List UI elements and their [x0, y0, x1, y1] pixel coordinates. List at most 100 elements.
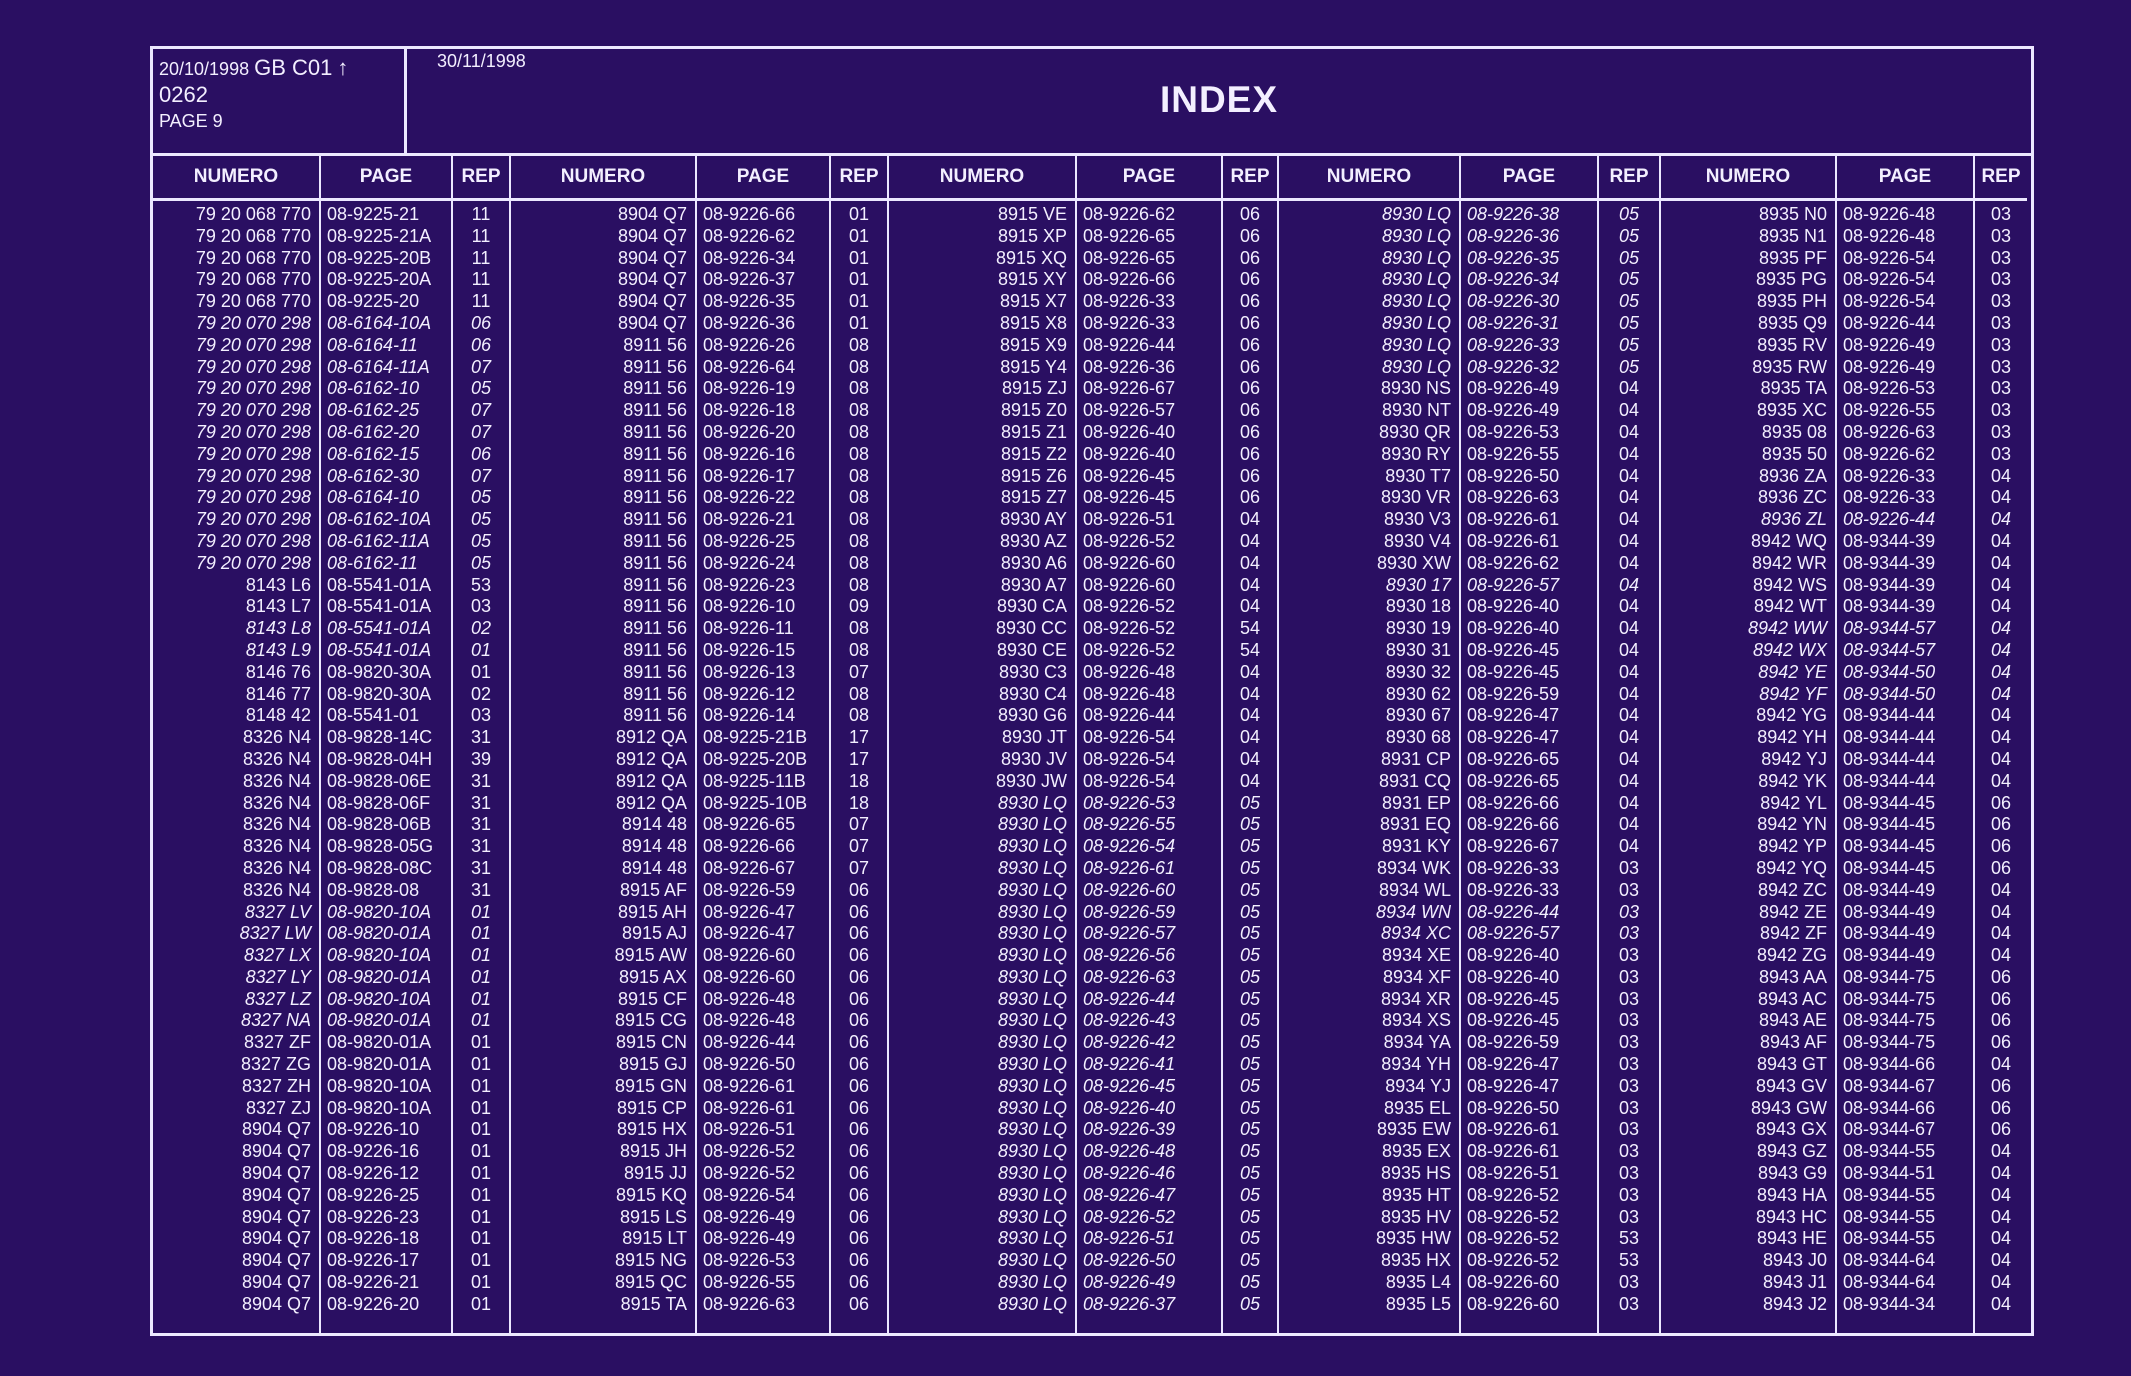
- numero-cell: 8930 LQ: [1381, 225, 1451, 246]
- page-cell: 08-9226-62: [1467, 552, 1560, 573]
- numero-cell: 8943 AA: [1758, 966, 1827, 987]
- rep-cell: 53: [470, 574, 492, 595]
- rep-cell: 06: [1239, 443, 1261, 464]
- page-cell: 08-9226-19: [703, 378, 796, 399]
- page-cell: 08-9226-50: [1467, 465, 1560, 486]
- rep-cell: 18: [848, 792, 870, 813]
- page-cell: 08-6162-25: [327, 400, 420, 421]
- rep-cell: 05: [1239, 1228, 1261, 1249]
- numero-cell: 8915 Z2: [1000, 443, 1067, 464]
- page-cell: 08-9226-60: [703, 966, 796, 987]
- page-cell: 08-9226-55: [1083, 814, 1176, 835]
- numero-cell: 8942 YE: [1758, 661, 1827, 682]
- rep-cell: 08: [848, 509, 870, 530]
- page-cell: 08-9344-64: [1843, 1250, 1936, 1271]
- numero-cell: 79 20 070 298: [195, 487, 311, 508]
- numero-cell: 8943 HA: [1756, 1184, 1827, 1205]
- rep-cell: 01: [470, 1250, 492, 1271]
- rep-cell: 08: [848, 465, 870, 486]
- numero-cell: 79 20 070 298: [195, 421, 311, 442]
- page-cell: 08-9226-33: [1083, 312, 1176, 333]
- numero-cell: 8911 56: [623, 378, 687, 399]
- numero-cell: 8930 LQ: [997, 988, 1067, 1009]
- numero-cell: 8935 HS: [1380, 1163, 1451, 1184]
- page-cell: 08-9344-57: [1843, 639, 1936, 660]
- page-cell: 08-9226-20: [327, 1293, 420, 1314]
- numero-cell: 8930 A6: [1000, 552, 1067, 573]
- rep-cell: 04: [1990, 639, 2012, 660]
- numero-cell: 79 20 068 770: [195, 247, 311, 268]
- rep-cell: 08: [848, 356, 870, 377]
- page-cell: 08-9226-48: [1083, 1141, 1176, 1162]
- numero-cell: 8911 56: [623, 443, 687, 464]
- numero-cell: 79 20 070 298: [195, 400, 311, 421]
- page-cell: 08-9226-49: [1843, 334, 1936, 355]
- numero-cell: 8930 LQ: [1381, 291, 1451, 312]
- numero-column-header: NUMERO: [1279, 156, 1459, 201]
- sheet-code: GB C01: [254, 55, 333, 80]
- numero-cell: 8935 N1: [1758, 225, 1827, 246]
- page-cell: 08-9226-49: [703, 1228, 796, 1249]
- rep-cell: 03: [1990, 334, 2012, 355]
- page-cell: 08-9226-42: [1083, 1032, 1176, 1053]
- rep-cell: 03: [1618, 1141, 1640, 1162]
- page-cell: 08-9226-61: [1467, 530, 1560, 551]
- rep-cell: 04: [1990, 901, 2012, 922]
- rep-column-header: REP: [1975, 156, 2027, 201]
- rep-cell: 03: [1618, 923, 1640, 944]
- page-cell: 08-9820-01A: [327, 1010, 432, 1031]
- page-cell: 08-9226-59: [1083, 901, 1176, 922]
- numero-cell: 8930 A7: [1000, 574, 1067, 595]
- numero-cell: 8904 Q7: [617, 312, 687, 333]
- page-cell: 08-9820-01A: [327, 1054, 432, 1075]
- rep-cell: 01: [470, 1163, 492, 1184]
- page-cell: 08-9226-51: [1083, 1228, 1176, 1249]
- rep-cell: 03: [1990, 204, 2012, 224]
- numero-cell: 8930 LQ: [997, 1119, 1067, 1140]
- rep-cell: 04: [1618, 552, 1640, 573]
- rep-cell: 01: [470, 1075, 492, 1096]
- rep-cell: 08: [848, 705, 870, 726]
- numero-cell: 8146 77: [245, 683, 311, 704]
- issue-date: 20/10/1998: [159, 59, 250, 79]
- rep-cell: 04: [1990, 770, 2012, 791]
- page-cell: 08-9226-66: [703, 204, 796, 224]
- rep-cell: 31: [470, 792, 492, 813]
- numero-cell: 8148 42: [245, 705, 311, 726]
- page-cell: 08-9226-48: [703, 1010, 796, 1031]
- rep-cell: 05: [1239, 1010, 1261, 1031]
- rep-cell: 01: [848, 291, 870, 312]
- numero-cell: 8915 CP: [616, 1097, 687, 1118]
- page-cell: 08-9226-53: [1083, 792, 1176, 813]
- page-cell: 08-9226-40: [1467, 945, 1560, 966]
- rep-cell: 06: [848, 1206, 870, 1227]
- rep-cell: 06: [1990, 1075, 2012, 1096]
- numero-cell: 8942 YN: [1757, 814, 1827, 835]
- numero-cell: 8934 WL: [1378, 879, 1451, 900]
- rep-cell: 06: [848, 945, 870, 966]
- page-cell: 08-9820-01A: [327, 923, 432, 944]
- page-column-header: PAGE: [1837, 156, 1973, 201]
- rep-cell: 03: [1990, 247, 2012, 268]
- page-cell: 08-9226-54: [1083, 836, 1176, 857]
- numero-cell: 8930 LQ: [997, 1184, 1067, 1205]
- numero-cell: 79 20 068 770: [195, 225, 311, 246]
- numero-cell: 8326 N4: [242, 857, 311, 878]
- numero-cell: 8934 XF: [1382, 966, 1451, 987]
- page-cell: 08-9225-11B: [703, 770, 806, 791]
- numero-cell: 8143 L8: [245, 618, 311, 639]
- numero-cell: 8943 HC: [1755, 1206, 1827, 1227]
- page-cell: 08-9226-52: [1467, 1206, 1560, 1227]
- numero-cell: 8911 56: [623, 509, 687, 530]
- page-cell: 08-9226-47: [703, 923, 796, 944]
- numero-cell: 8930 67: [1385, 705, 1451, 726]
- page-cell: 08-9226-17: [327, 1250, 420, 1271]
- numero-cell: 8904 Q7: [241, 1293, 311, 1314]
- numero-cell: 8935 08: [1761, 421, 1827, 442]
- rep-column: REP 06 06 06 06 06 06 06 06 06 06 06 06 06 06 04 04 04 04 0…: [1223, 156, 1279, 1333]
- rep-cell: 08: [848, 334, 870, 355]
- numero-cell: 8930 AZ: [999, 530, 1067, 551]
- rep-cell: 05: [1239, 945, 1261, 966]
- numero-cell: 8930 LQ: [997, 1141, 1067, 1162]
- numero-cell: 8930 LQ: [1381, 312, 1451, 333]
